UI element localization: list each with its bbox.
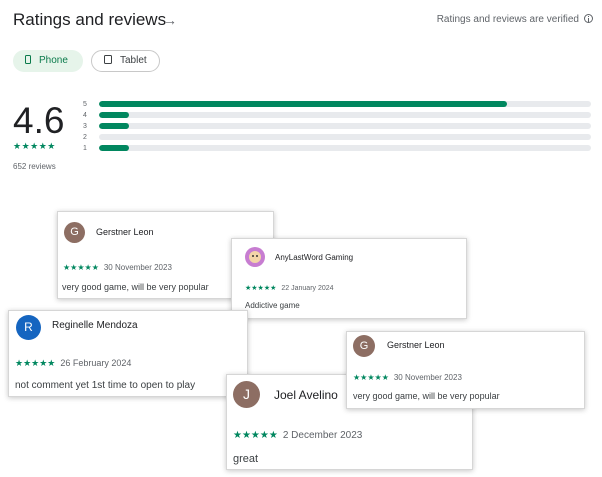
histogram-label: 2 bbox=[83, 134, 87, 141]
arrow-right-icon[interactable]: → bbox=[163, 10, 177, 30]
review-date: 30 November 2023 bbox=[103, 263, 172, 272]
phone-icon bbox=[25, 55, 31, 64]
chip-tablet[interactable]: Tablet bbox=[91, 50, 160, 72]
histogram-fill bbox=[99, 123, 129, 129]
histogram-track bbox=[99, 145, 591, 151]
histogram-row-3: 3 bbox=[83, 121, 591, 132]
rating-histogram: 5 4 3 2 1 bbox=[83, 99, 591, 154]
review-text: very good game, will be very popular bbox=[62, 282, 209, 292]
info-icon[interactable] bbox=[584, 14, 593, 23]
chip-tablet-label: Tablet bbox=[120, 55, 147, 66]
star-rating: ★★★★★ bbox=[233, 430, 278, 441]
avatar-eye bbox=[252, 255, 254, 257]
review-card: R Reginelle Mendoza ★★★★★ 26 February 202… bbox=[8, 310, 248, 397]
histogram-fill bbox=[99, 101, 508, 107]
histogram-track bbox=[99, 101, 591, 107]
review-text: great bbox=[233, 453, 259, 465]
average-rating: 4.6 bbox=[13, 100, 65, 141]
review-stars: ★★★★★ 26 February 2024 bbox=[15, 358, 131, 369]
histogram-row-5: 5 bbox=[83, 99, 591, 110]
histogram-label: 3 bbox=[83, 123, 87, 130]
avatar-face bbox=[249, 251, 261, 263]
star-rating: ★★★★★ bbox=[63, 263, 99, 272]
histogram-track bbox=[99, 112, 591, 118]
review-stars: ★★★★★ 22 January 2024 bbox=[245, 284, 334, 292]
histogram-fill bbox=[99, 145, 129, 151]
review-date: 26 February 2024 bbox=[60, 358, 132, 368]
review-date: 2 December 2023 bbox=[282, 430, 363, 441]
chip-phone-label: Phone bbox=[39, 55, 68, 66]
avatar bbox=[245, 247, 265, 267]
avatar-eye bbox=[256, 255, 258, 257]
review-count: 652 reviews bbox=[13, 162, 56, 171]
histogram-label: 5 bbox=[83, 101, 87, 108]
histogram-label: 4 bbox=[83, 112, 87, 119]
avatar: G bbox=[64, 222, 85, 243]
reviewer-name: Gerstner Leon bbox=[387, 340, 445, 350]
review-stars: ★★★★★ 30 November 2023 bbox=[353, 373, 462, 382]
histogram-fill bbox=[99, 112, 129, 118]
review-card: G Gerstner Leon ★★★★★ 30 November 2023 ve… bbox=[346, 331, 585, 409]
histogram-row-2: 2 bbox=[83, 132, 591, 143]
avatar: J bbox=[233, 381, 260, 408]
review-text: Addictive game bbox=[245, 301, 300, 310]
chip-phone[interactable]: Phone bbox=[13, 50, 83, 72]
reviewer-name: Joel Avelino bbox=[274, 388, 338, 402]
star-rating: ★★★★★ bbox=[245, 285, 277, 292]
star-rating: ★★★★★ bbox=[353, 373, 389, 382]
histogram-track bbox=[99, 134, 591, 140]
tablet-icon bbox=[104, 55, 112, 64]
reviewer-name: Gerstner Leon bbox=[96, 227, 154, 237]
section-title: Ratings and reviews bbox=[13, 10, 167, 29]
review-date: 22 January 2024 bbox=[281, 285, 334, 292]
review-date: 30 November 2023 bbox=[393, 373, 462, 382]
review-stars: ★★★★★ 30 November 2023 bbox=[63, 263, 172, 272]
verified-notice[interactable]: Ratings and reviews are verified bbox=[437, 13, 593, 27]
review-stars: ★★★★★ 2 December 2023 bbox=[233, 430, 362, 441]
histogram-row-1: 1 bbox=[83, 143, 591, 154]
ratings-header: Ratings and reviews → Ratings and review… bbox=[13, 10, 593, 34]
avatar: G bbox=[353, 335, 375, 357]
histogram-label: 1 bbox=[83, 145, 87, 152]
review-text: very good game, will be very popular bbox=[353, 391, 500, 401]
histogram-track bbox=[99, 123, 591, 129]
avatar: R bbox=[16, 315, 41, 340]
histogram-row-4: 4 bbox=[83, 110, 591, 121]
verified-text: Ratings and reviews are verified bbox=[436, 14, 579, 25]
star-rating: ★★★★★ bbox=[15, 358, 56, 368]
reviewer-name: AnyLastWord Gaming bbox=[275, 253, 354, 262]
review-text: not comment yet 1st time to open to play bbox=[15, 380, 196, 391]
review-card: AnyLastWord Gaming ★★★★★ 22 January 2024 … bbox=[231, 238, 467, 319]
rating-stars: ★★★★★ bbox=[13, 141, 56, 151]
reviewer-name: Reginelle Mendoza bbox=[52, 320, 138, 331]
